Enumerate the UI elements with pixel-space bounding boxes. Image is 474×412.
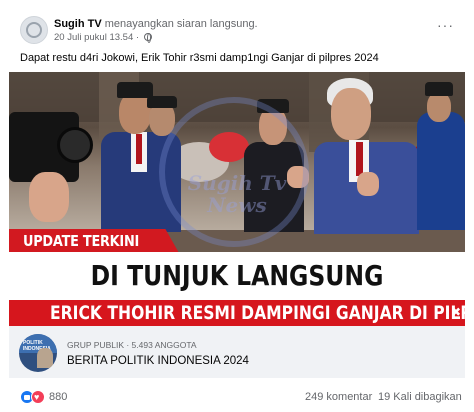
group-card[interactable]: POLITIK INDONESIA GRUP PUBLIK · 5.493 AN… [9, 326, 465, 378]
more-options-button[interactable]: ··· [437, 18, 454, 32]
group-name-link[interactable]: BERITA POLITIK INDONESIA 2024 [67, 354, 249, 368]
post-header: Sugih TV menayangkan siaran langsung. 20… [20, 16, 454, 46]
post-action-text: menayangkan siaran langsung. [104, 18, 258, 30]
love-icon [31, 390, 45, 404]
post-stats: 880 249 komentar 19 Kali dibagikan [20, 389, 462, 405]
post-author-line: Sugih TV menayangkan siaran langsung. [54, 17, 258, 31]
update-tag-text: UPDATE TERKINI [23, 232, 140, 250]
camera-lens-shape [57, 127, 93, 163]
subheadline-text: ERICK THOHIR RESMI DAMPINGI GANJAR DI PI… [50, 302, 465, 324]
person-right-face [331, 88, 371, 140]
page-avatar[interactable] [20, 16, 48, 44]
meta-separator: · [135, 32, 140, 43]
post-media[interactable]: Sugih Tv News UPDATE TERKINI DI TUNJUK L… [9, 72, 465, 326]
globe-icon [143, 33, 152, 43]
reaction-count[interactable]: 880 [49, 390, 67, 404]
watermark-text: Sugih Tv News [187, 171, 287, 217]
post-timestamp[interactable]: 20 Juli pukul 13.54 [54, 32, 133, 43]
shares-count[interactable]: 19 Kali dibagikan [378, 390, 462, 404]
reaction-icons[interactable] [20, 390, 48, 404]
post-caption: Dapat restu d4ri Jokowi, Erik Tohir r3sm… [20, 52, 379, 64]
hand-shape [29, 172, 69, 222]
close-icon[interactable]: ✖ [451, 305, 461, 319]
post-meta: 20 Juli pukul 13.54 · [54, 32, 152, 44]
group-meta: GRUP PUBLIK · 5.493 ANGGOTA [67, 340, 197, 350]
page-name-link[interactable]: Sugih TV [54, 18, 102, 30]
group-thumbnail[interactable]: POLITIK INDONESIA [19, 334, 57, 372]
comments-count[interactable]: 249 komentar [305, 390, 372, 404]
